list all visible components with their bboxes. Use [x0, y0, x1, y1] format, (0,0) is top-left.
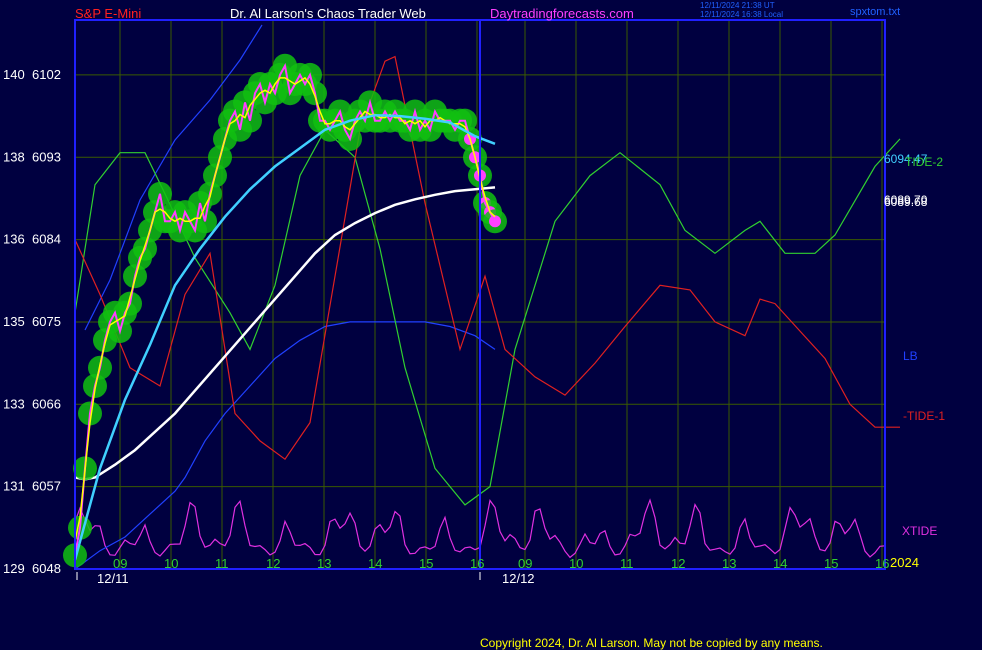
x-tick-label: 11	[620, 556, 634, 571]
x-tick-label: 16	[875, 556, 889, 571]
x-tick-label: 11	[215, 556, 229, 571]
chart-root: 129 6048 131 6057 133 6066 135 6075 136 6084 138 60…	[0, 0, 982, 650]
header-timestamp-local: 12/11/2024 16:38 Local	[700, 10, 783, 19]
x-tick-label: 09	[113, 556, 127, 571]
x-tick-label: 15	[824, 556, 838, 571]
y-tick-label-left: 133	[3, 396, 25, 411]
x-tick-label: 12	[671, 556, 685, 571]
header-site[interactable]: Daytradingforecasts.com	[490, 6, 634, 21]
y-tick-label-left: 131	[3, 479, 25, 494]
legend-tide1: -TIDE-1	[903, 409, 945, 423]
legend-tide2: TIDE-2	[905, 155, 943, 169]
chart-background	[0, 0, 982, 650]
y-tick-label-right: 6084	[32, 232, 61, 247]
y-tick-label-left: 136	[3, 232, 25, 247]
header-file: spxtom.txt	[850, 6, 900, 18]
price-label-ma-slow: 6089.68	[884, 195, 928, 209]
x-tick-label: 10	[164, 556, 178, 571]
y-tick-label-right: 6102	[32, 67, 61, 82]
legend-lb: LB	[903, 349, 918, 363]
x-tick-label: 09	[518, 556, 532, 571]
date-label: 12/12	[502, 571, 535, 586]
date-label: 12/11	[97, 571, 129, 586]
y-tick-label-left: 135	[3, 314, 25, 329]
header-timestamp-utc: 12/11/2024 21:38 UT	[700, 1, 775, 10]
x-tick-label: 15	[419, 556, 433, 571]
x-tick-label: 13	[317, 556, 331, 571]
legend-xtide: XTIDE	[902, 524, 937, 538]
x-tick-label: 10	[569, 556, 583, 571]
y-tick-label-right: 6075	[32, 314, 61, 329]
y-tick-label-right: 6066	[32, 396, 61, 411]
x-tick-label: 13	[722, 556, 736, 571]
y-tick-label-left: 138	[3, 149, 25, 164]
header-symbol: S&P E-Mini	[75, 6, 141, 21]
x-tick-label: 12	[266, 556, 280, 571]
header-author: Dr. Al Larson's Chaos Trader Web	[230, 6, 426, 21]
y-tick-label-right: 6057	[32, 479, 61, 494]
x-tick-label: 14	[368, 556, 382, 571]
copyright: Copyright 2024, Dr. Al Larson. May not b…	[480, 636, 823, 650]
chart-canvas: 129 6048 131 6057 133 6066 135 6075 136 6084 138 60…	[0, 0, 982, 650]
year-label: 2024	[890, 555, 919, 570]
y-tick-label-left: 140	[3, 67, 25, 82]
y-tick-label-right: 6093	[32, 149, 61, 164]
x-tick-label: 14	[773, 556, 787, 571]
x-tick-label: 16	[470, 556, 484, 571]
y-tick-label-left: 129	[3, 561, 25, 576]
y-tick-label-right: 6048	[32, 561, 61, 576]
